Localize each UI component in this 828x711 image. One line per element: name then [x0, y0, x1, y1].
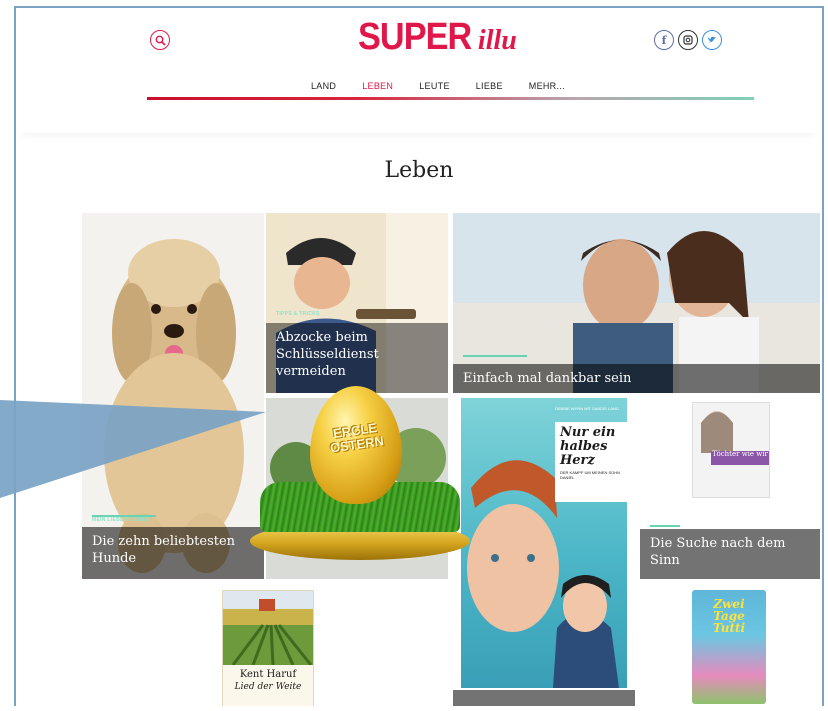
- browser-frame: SUPER illu f LAND LEBEN LEUTE LIEBE MEHR…: [14, 6, 824, 706]
- tag-bar: [650, 525, 680, 527]
- book-cover-toechter: Töchter wie wir: [692, 402, 770, 498]
- tile-caption: Die Suche nach dem Sinn: [640, 529, 820, 579]
- main-nav: LAND LEBEN LEUTE LIEBE MEHR...: [311, 81, 591, 91]
- facebook-glyph: f: [661, 33, 667, 47]
- tag-bar: [463, 355, 527, 357]
- tile-caption: Einfach mal dankbar sein: [453, 364, 820, 393]
- article-tile-meaning[interactable]: Töchter wie wir Die Suche nach dem Sinn: [640, 398, 820, 579]
- logo-super-text: SUPER: [358, 16, 472, 58]
- tile-caption: [453, 690, 635, 706]
- article-tile-book-herz[interactable]: DEBBIE WYNN MIT SANDIE LANG Nur ein halb…: [453, 398, 635, 706]
- tile-caption: Die zehn beliebtesten Hunde: [82, 527, 264, 579]
- nav-item-leute[interactable]: LEUTE: [419, 81, 450, 91]
- poster-author: DEBBIE WYNN MIT SANDIE LANG: [555, 406, 619, 411]
- cover-subtitle: Lied der Weite: [234, 682, 302, 692]
- poster-title-box: Nur ein halbes Herz DER KAMPF UM MEINEN …: [555, 422, 631, 502]
- tile-tag: MEIN LIEBLINGSTIER: [92, 517, 150, 523]
- poster-subtitle: DER KAMPF UM MEINEN SOHN DANIEL: [560, 470, 621, 480]
- dvd-cover: Zwei Tage Tutti: [692, 590, 766, 704]
- article-tile-gratitude[interactable]: Einfach mal dankbar sein: [453, 213, 820, 393]
- search-icon[interactable]: [150, 30, 170, 50]
- book-poster: DEBBIE WYNN MIT SANDIE LANG Nur ein halb…: [461, 398, 631, 688]
- facebook-icon[interactable]: f: [654, 30, 674, 50]
- nav-item-mehr[interactable]: MEHR...: [529, 81, 565, 91]
- tile-tag: TIPPS & TRICKS: [276, 311, 320, 317]
- nav-item-leben[interactable]: LEBEN: [362, 81, 393, 91]
- dog-image: [104, 239, 244, 573]
- dvd-title: Zwei Tage Tutti: [712, 597, 746, 635]
- tile-caption: Abzocke beim Schlüsseldienst vermeiden: [266, 323, 448, 393]
- article-tile-locksmith[interactable]: TIPPS & TRICKS Abzocke beim Schlüsseldie…: [266, 213, 448, 393]
- twitter-icon[interactable]: [702, 30, 722, 50]
- site-logo[interactable]: SUPER illu: [358, 16, 517, 60]
- instagram-icon[interactable]: [678, 30, 698, 50]
- logo-illu-text: illu: [477, 25, 517, 56]
- article-tile-haruf[interactable]: Kent Haruf Lied der Weite: [82, 584, 448, 706]
- page-title: Leben: [384, 158, 454, 183]
- article-tile-dvd[interactable]: Zwei Tage Tutti: [640, 584, 820, 706]
- cover-title: Töchter wie wir: [712, 450, 768, 458]
- nav-item-land[interactable]: LAND: [311, 81, 336, 91]
- cover-author: Kent Haruf: [239, 669, 297, 680]
- easter-egg-overlay[interactable]: ERCLE OSTERN: [246, 386, 476, 586]
- book-cover-haruf: Kent Haruf Lied der Weite: [222, 590, 314, 706]
- poster-title: Nur ein halbes Herz: [560, 425, 616, 468]
- cover-field: [223, 591, 313, 666]
- site-header: SUPER illu f LAND LEBEN LEUTE LIEBE MEHR…: [16, 8, 822, 133]
- article-tile-dogs[interactable]: MEIN LIEBLINGSTIER Die zehn beliebtesten…: [82, 213, 264, 579]
- nav-item-liebe[interactable]: LIEBE: [476, 81, 503, 91]
- nav-divider: [147, 97, 754, 100]
